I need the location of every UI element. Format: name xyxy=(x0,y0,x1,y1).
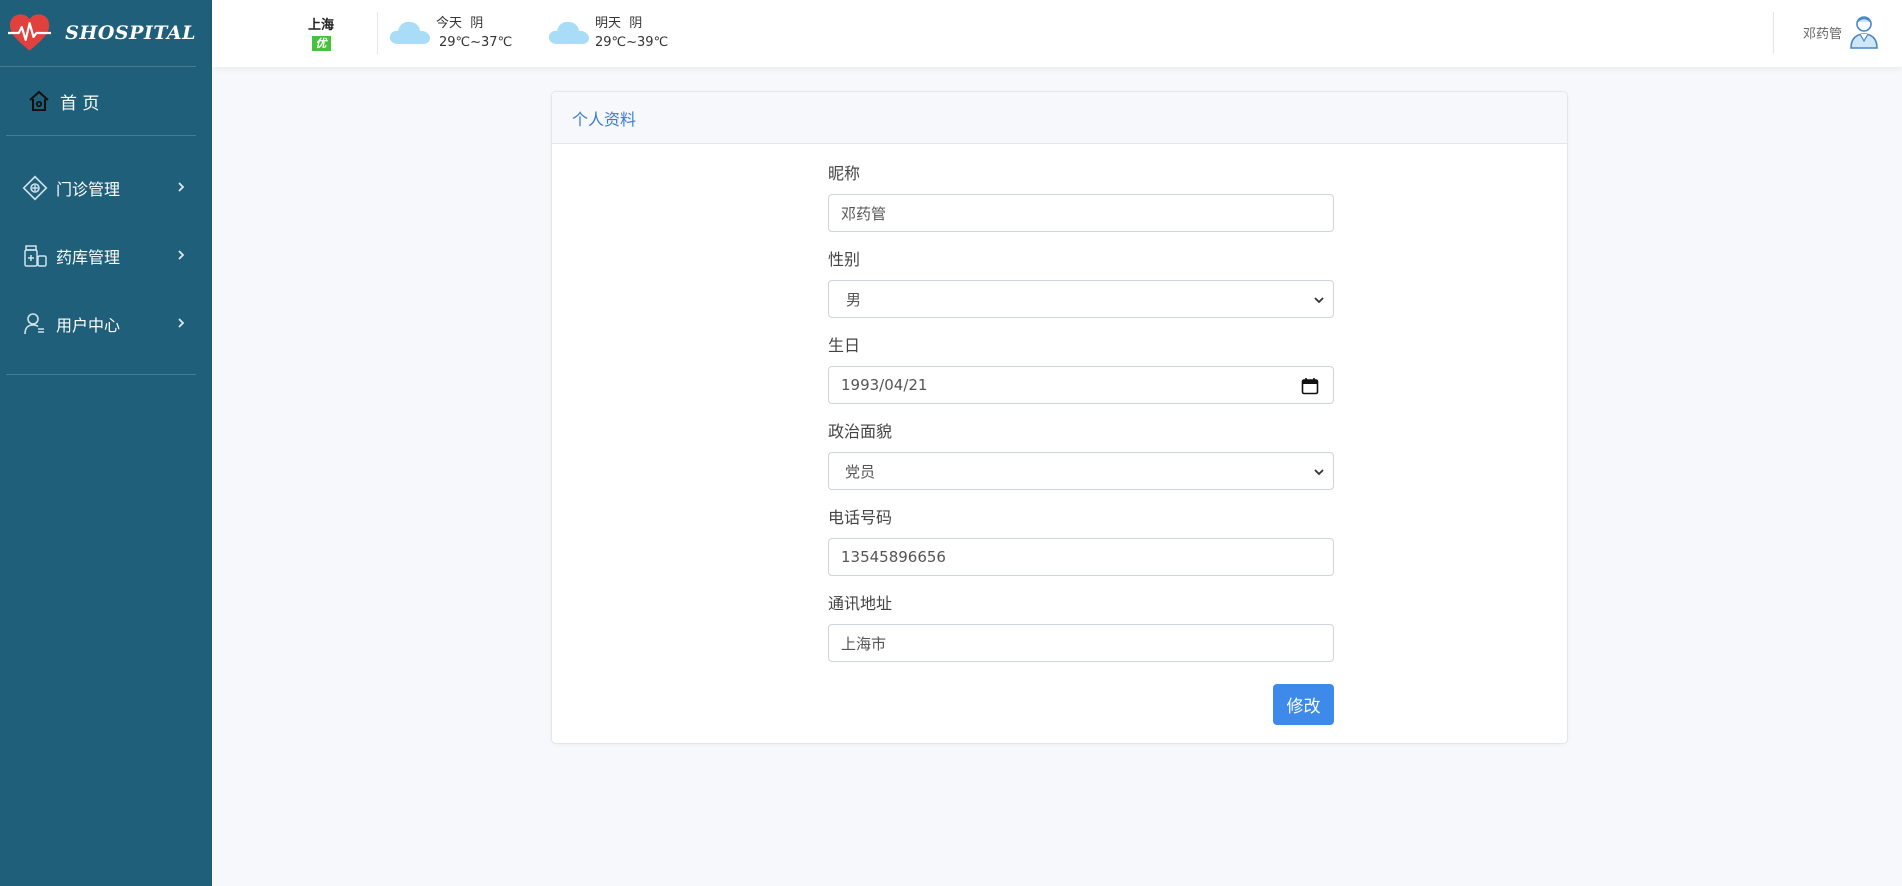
user-icon xyxy=(24,313,44,335)
city-name: 上海 xyxy=(308,18,335,33)
header-divider xyxy=(377,12,378,54)
medicine-bottle-icon xyxy=(24,245,47,267)
submit-button[interactable]: 修改 xyxy=(1273,684,1334,725)
profile-form: 昵称 邓药管 性别 男 生日 1993/04/21 政治面貌 党员 电话号码 1… xyxy=(828,164,1334,680)
sidebar-item-pharmacy[interactable]: 药库管理 xyxy=(6,222,196,290)
sidebar-item-outpatient[interactable]: 门诊管理 xyxy=(6,154,196,222)
weather-tomorrow-condition: 阴 xyxy=(629,16,643,31)
gender-select[interactable]: 男 xyxy=(828,280,1334,318)
sidebar: SHOSPITAL 首 页 门诊管理 药库管理 用户中心 xyxy=(0,0,212,886)
chevron-down-icon xyxy=(1314,469,1324,476)
weather-tomorrow-range: 29℃~39℃ xyxy=(595,35,669,50)
top-header: 上海 优 今天 阴 29℃~37℃ 明天 阴 29℃~39℃ 邓药管 xyxy=(212,0,1902,67)
chevron-right-icon xyxy=(178,182,185,192)
weather-today-range: 29℃~37℃ xyxy=(439,35,513,50)
gender-field-group: 性别 男 xyxy=(828,250,1334,336)
doctor-avatar-icon xyxy=(1850,16,1878,49)
sidebar-item-label: 门诊管理 xyxy=(56,180,121,199)
weather-tomorrow-label: 明天 xyxy=(595,16,622,31)
weather-tomorrow: 明天 阴 29℃~39℃ xyxy=(547,14,668,52)
address-value: 上海市 xyxy=(841,634,887,653)
phone-value: 13545896656 xyxy=(841,548,946,566)
profile-card: 个人资料 昵称 邓药管 性别 男 生日 1993/04/21 政治面貌 党员 电… xyxy=(551,91,1568,744)
gender-label: 性别 xyxy=(828,250,861,269)
heart-pulse-logo-icon xyxy=(8,14,52,51)
political-value: 党员 xyxy=(845,462,876,481)
nickname-value: 邓药管 xyxy=(841,204,887,223)
birthday-field-group: 生日 1993/04/21 xyxy=(828,336,1334,422)
sidebar-nav: 门诊管理 药库管理 用户中心 xyxy=(6,136,196,375)
sidebar-item-home[interactable]: 首 页 xyxy=(6,67,196,136)
nickname-label: 昵称 xyxy=(828,164,861,183)
birthday-date-input[interactable]: 1993/04/21 xyxy=(828,366,1334,404)
home-icon xyxy=(29,90,49,111)
nickname-field-group: 昵称 邓药管 xyxy=(828,164,1334,250)
cloud-icon xyxy=(389,21,430,44)
address-input[interactable]: 上海市 xyxy=(828,624,1334,662)
aqi-badge: 优 xyxy=(311,36,331,51)
phone-field-group: 电话号码 13545896656 xyxy=(828,508,1334,594)
brand: SHOSPITAL xyxy=(0,0,196,67)
sidebar-item-label: 用户中心 xyxy=(56,316,121,335)
address-label: 通讯地址 xyxy=(828,594,893,613)
political-field-group: 政治面貌 党员 xyxy=(828,422,1334,508)
nickname-input[interactable]: 邓药管 xyxy=(828,194,1334,232)
address-field-group: 通讯地址 上海市 xyxy=(828,594,1334,680)
birthday-value: 1993/04/21 xyxy=(841,376,928,394)
sidebar-item-label: 药库管理 xyxy=(56,248,121,267)
user-name: 邓药管 xyxy=(1802,26,1842,42)
chevron-right-icon xyxy=(178,318,185,328)
political-select[interactable]: 党员 xyxy=(828,452,1334,490)
chevron-right-icon xyxy=(178,250,185,260)
weather-today-condition: 阴 xyxy=(470,16,484,31)
calendar-icon[interactable] xyxy=(1301,377,1319,395)
chevron-down-icon xyxy=(1314,297,1324,304)
political-label: 政治面貌 xyxy=(828,422,893,441)
header-divider xyxy=(1773,12,1774,54)
weather-today-label: 今天 xyxy=(436,16,463,31)
cloud-icon xyxy=(548,21,589,44)
user-menu[interactable]: 邓药管 xyxy=(1803,14,1880,50)
phone-input[interactable]: 13545896656 xyxy=(828,538,1334,576)
weather-today: 今天 阴 29℃~37℃ xyxy=(388,14,512,52)
outpatient-icon xyxy=(22,175,48,201)
brand-name: SHOSPITAL xyxy=(65,22,196,44)
city-block: 上海 优 xyxy=(308,14,334,51)
phone-label: 电话号码 xyxy=(828,508,893,527)
birthday-label: 生日 xyxy=(828,336,861,355)
gender-value: 男 xyxy=(846,290,862,309)
card-title: 个人资料 xyxy=(552,92,1567,144)
sidebar-item-user-center[interactable]: 用户中心 xyxy=(6,290,196,358)
sidebar-item-label: 首 页 xyxy=(60,93,100,114)
